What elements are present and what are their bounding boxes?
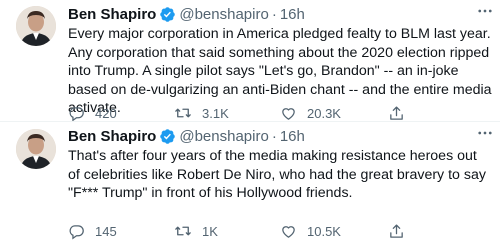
reply-button[interactable]: 420 (68, 105, 174, 122)
share-button[interactable] (388, 105, 415, 122)
like-count: 10.5K (307, 223, 341, 239)
retweet-button[interactable]: 3.1K (174, 104, 280, 122)
reply-count: 420 (95, 105, 117, 121)
verified-badge-icon (159, 128, 176, 145)
separator: · (271, 127, 277, 145)
separator: · (271, 5, 277, 23)
reply-button[interactable]: 145 (68, 223, 174, 240)
author-name[interactable]: Ben Shapiro (68, 6, 156, 23)
reply-count: 145 (95, 223, 117, 239)
author-name[interactable]: Ben Shapiro (68, 128, 156, 145)
retweet-icon (175, 108, 191, 118)
like-count: 20.3K (307, 105, 341, 121)
tweet[interactable]: Ben Shapiro @benshapiro · 16h That's aft… (0, 121, 500, 242)
like-button[interactable]: 10.5K (280, 223, 386, 240)
verified-badge-icon (159, 6, 176, 23)
tweet-text: That's after four years of the media mak… (68, 148, 486, 201)
author-handle[interactable]: @benshapiro (179, 128, 268, 145)
timestamp[interactable]: 16h (280, 6, 305, 23)
share-icon (390, 223, 403, 238)
reply-icon (69, 106, 84, 121)
share-icon (390, 105, 403, 120)
heart-icon (282, 225, 295, 238)
retweet-button[interactable]: 1K (174, 222, 280, 240)
avatar[interactable] (16, 129, 56, 169)
tweet[interactable]: Ben Shapiro @benshapiro · 16h Every majo… (0, 0, 500, 121)
share-button[interactable] (388, 223, 415, 240)
action-bar: 145 1K 10.5K (68, 222, 450, 240)
heart-icon (282, 107, 295, 120)
retweet-count: 3.1K (202, 105, 229, 121)
like-button[interactable]: 20.3K (280, 105, 386, 122)
more-icon[interactable] (476, 124, 494, 146)
reply-icon (69, 224, 84, 239)
retweet-count: 1K (202, 223, 218, 239)
avatar[interactable] (16, 6, 56, 46)
more-icon[interactable] (476, 2, 494, 24)
retweet-icon (175, 226, 191, 236)
action-bar: 420 3.1K 20.3K (68, 104, 450, 122)
timestamp[interactable]: 16h (280, 128, 305, 145)
author-handle[interactable]: @benshapiro (179, 6, 268, 23)
